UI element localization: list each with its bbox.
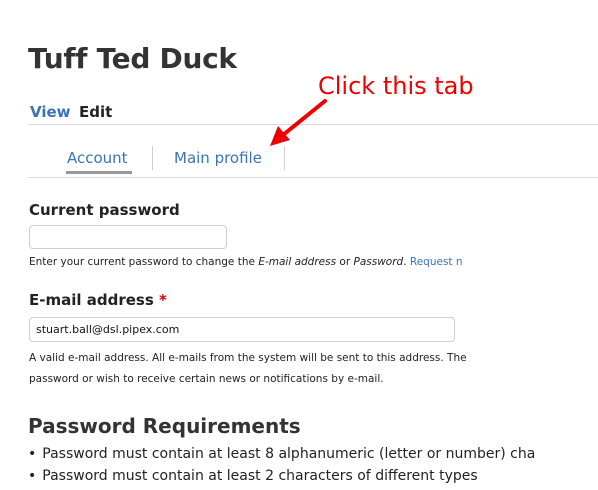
required-marker: * xyxy=(159,291,167,309)
tab-edit[interactable]: Edit xyxy=(79,103,112,121)
password-requirements-heading: Password Requirements xyxy=(28,414,301,438)
primary-tabs-divider xyxy=(28,124,598,125)
request-new-password-link[interactable]: Request n xyxy=(410,256,463,268)
email-label: E-mail address * xyxy=(29,291,167,309)
secondary-tabs-divider xyxy=(28,177,598,178)
active-tab-indicator xyxy=(66,171,132,174)
tab-separator xyxy=(284,146,285,170)
email-help-line: password or wish to receive certain news… xyxy=(29,373,384,385)
subtab-main-profile[interactable]: Main profile xyxy=(174,149,262,167)
help-text: . xyxy=(403,256,410,268)
email-field[interactable] xyxy=(29,317,455,342)
email-label-text: E-mail address xyxy=(29,291,154,309)
email-help-line: A valid e-mail address. All e-mails from… xyxy=(29,352,467,364)
current-password-label: Current password xyxy=(29,201,180,219)
subtab-account[interactable]: Account xyxy=(67,149,128,167)
current-password-help: Enter your current password to change th… xyxy=(29,256,463,268)
list-item: Password must contain at least 2 charact… xyxy=(28,468,535,490)
page-title: Tuff Ted Duck xyxy=(28,42,237,75)
list-item: Password must contain at least 8 alphanu… xyxy=(28,446,535,468)
help-text: or xyxy=(336,256,354,268)
tab-separator xyxy=(152,146,153,170)
password-requirements-list: Password must contain at least 8 alphanu… xyxy=(28,446,535,490)
help-emphasis-password: Password xyxy=(353,256,404,268)
help-emphasis-email: E-mail address xyxy=(258,256,337,268)
tab-view[interactable]: View xyxy=(30,103,71,121)
help-text: Enter your current password to change th… xyxy=(29,256,259,268)
annotation-text: Click this tab xyxy=(318,72,474,100)
current-password-input[interactable] xyxy=(29,225,227,249)
